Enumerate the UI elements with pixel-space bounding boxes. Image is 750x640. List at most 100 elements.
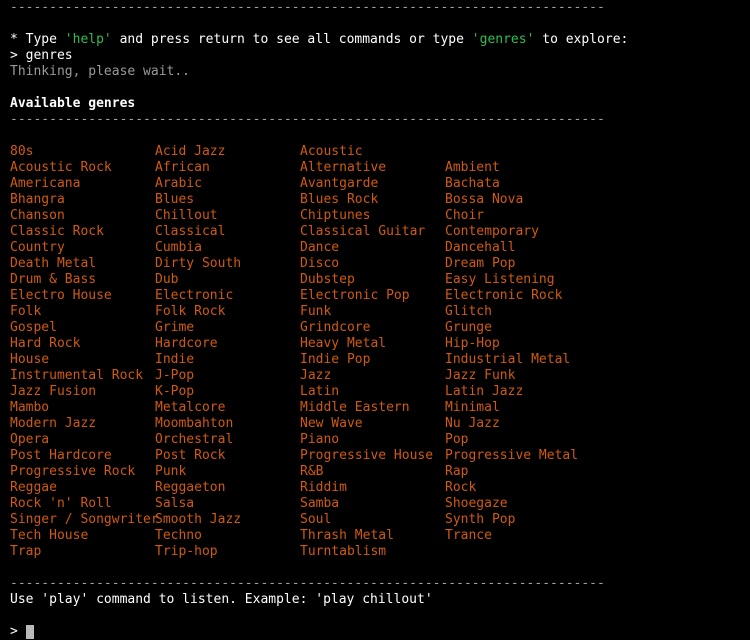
genre-item[interactable]: Latin [300,384,339,400]
genre-item[interactable]: Death Metal [10,256,96,272]
genre-item[interactable]: Modern Jazz [10,416,96,432]
genre-item[interactable]: Easy Listening [445,272,555,288]
genre-item[interactable]: Dancehall [445,240,515,256]
genre-item[interactable]: Electronic [155,288,233,304]
genre-item[interactable]: Gospel [10,320,57,336]
genre-item[interactable]: Smooth Jazz [155,512,241,528]
genre-item[interactable]: Reggae [10,480,57,496]
genre-item[interactable]: Acid Jazz [155,144,225,160]
genre-item[interactable]: Thrash Metal [300,528,394,544]
genre-item[interactable]: Singer / Songwriter [10,512,159,528]
genre-item[interactable]: Synth Pop [445,512,515,528]
genre-item[interactable]: Bhangra [10,192,65,208]
genre-item[interactable]: Arabic [155,176,202,192]
genre-item[interactable]: Americana [10,176,80,192]
genre-item[interactable]: Acoustic [300,144,363,160]
genre-item[interactable]: Tech House [10,528,88,544]
genre-item[interactable]: K-Pop [155,384,194,400]
genre-item[interactable]: Reggaeton [155,480,225,496]
genre-item[interactable]: Indie Pop [300,352,370,368]
genre-item[interactable]: Funk [300,304,331,320]
genre-item[interactable]: Alternative [300,160,386,176]
genre-item[interactable]: Chanson [10,208,65,224]
genre-item[interactable]: Indie [155,352,194,368]
genre-item[interactable]: Progressive House [300,448,433,464]
genre-item[interactable]: Hip-Hop [445,336,500,352]
genre-item[interactable]: Techno [155,528,202,544]
genre-item[interactable]: Latin Jazz [445,384,523,400]
genre-item[interactable]: Hard Rock [10,336,80,352]
genre-item[interactable]: Bossa Nova [445,192,523,208]
genre-item[interactable]: Dirty South [155,256,241,272]
genre-item[interactable]: Folk Rock [155,304,225,320]
genre-item[interactable]: Folk [10,304,41,320]
genre-item[interactable]: Instrumental Rock [10,368,143,384]
genre-item[interactable]: Hardcore [155,336,218,352]
genre-item[interactable]: Chillout [155,208,218,224]
genre-item[interactable]: Rock [445,480,476,496]
genre-item[interactable]: Classic Rock [10,224,104,240]
genre-item[interactable]: Cumbia [155,240,202,256]
genre-item[interactable]: Orchestral [155,432,233,448]
genre-item[interactable]: Jazz [300,368,331,384]
genre-item[interactable]: Blues Rock [300,192,378,208]
genre-item[interactable]: Shoegaze [445,496,508,512]
genre-item[interactable]: Post Rock [155,448,225,464]
genre-item[interactable]: 80s [10,144,33,160]
genre-item[interactable]: Turntablism [300,544,386,560]
genre-item[interactable]: Trap [10,544,41,560]
genre-item[interactable]: Mambo [10,400,49,416]
genre-item[interactable]: Soul [300,512,331,528]
genre-item[interactable]: Electronic Pop [300,288,410,304]
genre-item[interactable]: Dub [155,272,178,288]
genre-item[interactable]: Jazz Fusion [10,384,96,400]
genre-item[interactable]: Punk [155,464,186,480]
genre-item[interactable]: Grindcore [300,320,370,336]
genre-item[interactable]: Grime [155,320,194,336]
genre-item[interactable]: Jazz Funk [445,368,515,384]
genre-item[interactable]: Dubstep [300,272,355,288]
genre-item[interactable]: Heavy Metal [300,336,386,352]
genre-item[interactable]: Samba [300,496,339,512]
genre-item[interactable]: Disco [300,256,339,272]
genre-item[interactable]: Progressive Rock [10,464,135,480]
input-prompt-line[interactable]: > [0,624,750,640]
genre-item[interactable]: Industrial Metal [445,352,570,368]
genre-item[interactable]: Opera [10,432,49,448]
genre-item[interactable]: Pop [445,432,468,448]
genre-item[interactable]: Country [10,240,65,256]
genre-item[interactable]: Middle Eastern [300,400,410,416]
genre-item[interactable]: Trance [445,528,492,544]
genre-item[interactable]: Avantgarde [300,176,378,192]
genre-item[interactable]: Metalcore [155,400,225,416]
genre-item[interactable]: Dance [300,240,339,256]
genre-item[interactable]: House [10,352,49,368]
genre-item[interactable]: Minimal [445,400,500,416]
genre-item[interactable]: Glitch [445,304,492,320]
genre-item[interactable]: Acoustic Rock [10,160,112,176]
genre-item[interactable]: Bachata [445,176,500,192]
genre-item[interactable]: Chiptunes [300,208,370,224]
genre-item[interactable]: Moombahton [155,416,233,432]
genre-item[interactable]: Contemporary [445,224,539,240]
genre-item[interactable]: Trip-hop [155,544,218,560]
genre-item[interactable]: Electronic Rock [445,288,562,304]
genre-item[interactable]: Drum & Bass [10,272,96,288]
genre-item[interactable]: Blues [155,192,194,208]
genre-item[interactable]: Piano [300,432,339,448]
genre-item[interactable]: Salsa [155,496,194,512]
genre-item[interactable]: Classical Guitar [300,224,425,240]
genre-item[interactable]: J-Pop [155,368,194,384]
genre-item[interactable]: New Wave [300,416,363,432]
genre-item[interactable]: African [155,160,210,176]
genre-item[interactable]: Dream Pop [445,256,515,272]
genre-item[interactable]: Grunge [445,320,492,336]
genre-item[interactable]: Riddim [300,480,347,496]
genre-item[interactable]: Progressive Metal [445,448,578,464]
genre-item[interactable]: Rock 'n' Roll [10,496,112,512]
genre-item[interactable]: Electro House [10,288,112,304]
genre-item[interactable]: Classical [155,224,225,240]
text-cursor[interactable] [26,625,34,639]
genre-item[interactable]: Choir [445,208,484,224]
genre-item[interactable]: Ambient [445,160,500,176]
